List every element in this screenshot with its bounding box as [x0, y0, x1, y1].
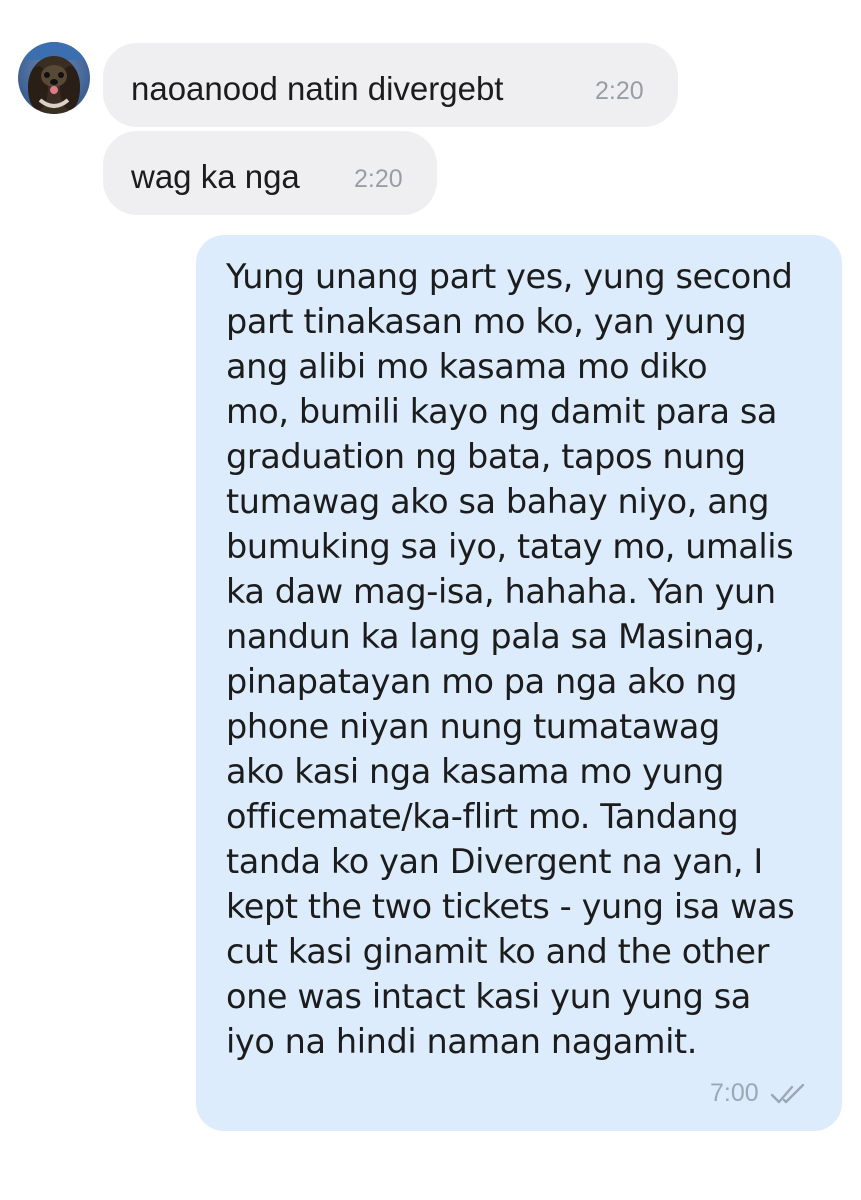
message-time: 2:20	[354, 165, 403, 193]
message-line: nandun ka lang pala sa Masinag,	[226, 617, 765, 656]
message-line: mo, bumili kayo ng damit para sa	[226, 392, 778, 431]
message-time: 7:00	[710, 1079, 759, 1107]
message-line: kept the two tickets - yung isa was	[226, 887, 795, 926]
message-line: part tinakasan mo ko, yan yung	[226, 302, 747, 341]
contact-avatar[interactable]	[18, 42, 90, 114]
outgoing-message[interactable]: Yung unang part yes, yung second part ti…	[196, 235, 842, 1131]
message-line: tumawag ako sa bahay niyo, ang	[226, 482, 770, 521]
message-line: iyo na hindi naman nagamit.	[226, 1022, 697, 1061]
message-line: graduation ng bata, tapos nung	[226, 437, 746, 476]
incoming-message[interactable]: wag ka nga 2:20	[103, 131, 437, 215]
message-line: phone niyan nung tumatawag	[226, 707, 720, 746]
incoming-message[interactable]: naoanood natin divergebt 2:20	[103, 43, 678, 127]
message-text: naoanood natin divergebt	[131, 70, 504, 107]
chat-thread[interactable]: naoanood natin divergebt 2:20 wag ka nga…	[0, 0, 861, 1200]
message-line: ako kasi nga kasama mo yung	[226, 752, 724, 791]
message-line: tanda ko yan Divergent na yan, I	[226, 842, 763, 881]
message-time: 2:20	[595, 77, 644, 105]
message-line: one was intact kasi yun yung sa	[226, 977, 751, 1016]
dog-avatar-icon	[18, 42, 90, 114]
message-line: cut kasi ginamit ko and the other	[226, 932, 769, 971]
message-text: wag ka nga	[131, 158, 300, 195]
double-check-icon	[770, 1083, 805, 1104]
message-line: ang alibi mo kasama mo diko	[226, 347, 708, 386]
message-line: ka daw mag-isa, hahaha. Yan yun	[226, 572, 776, 611]
message-line: bumuking sa iyo, tatay mo, umalis	[226, 527, 794, 566]
message-line: pinapatayan mo pa nga ako ng	[226, 662, 738, 701]
message-line: Yung unang part yes, yung second	[226, 257, 793, 296]
message-line: officemate/ka-flirt mo. Tandang	[226, 797, 739, 836]
